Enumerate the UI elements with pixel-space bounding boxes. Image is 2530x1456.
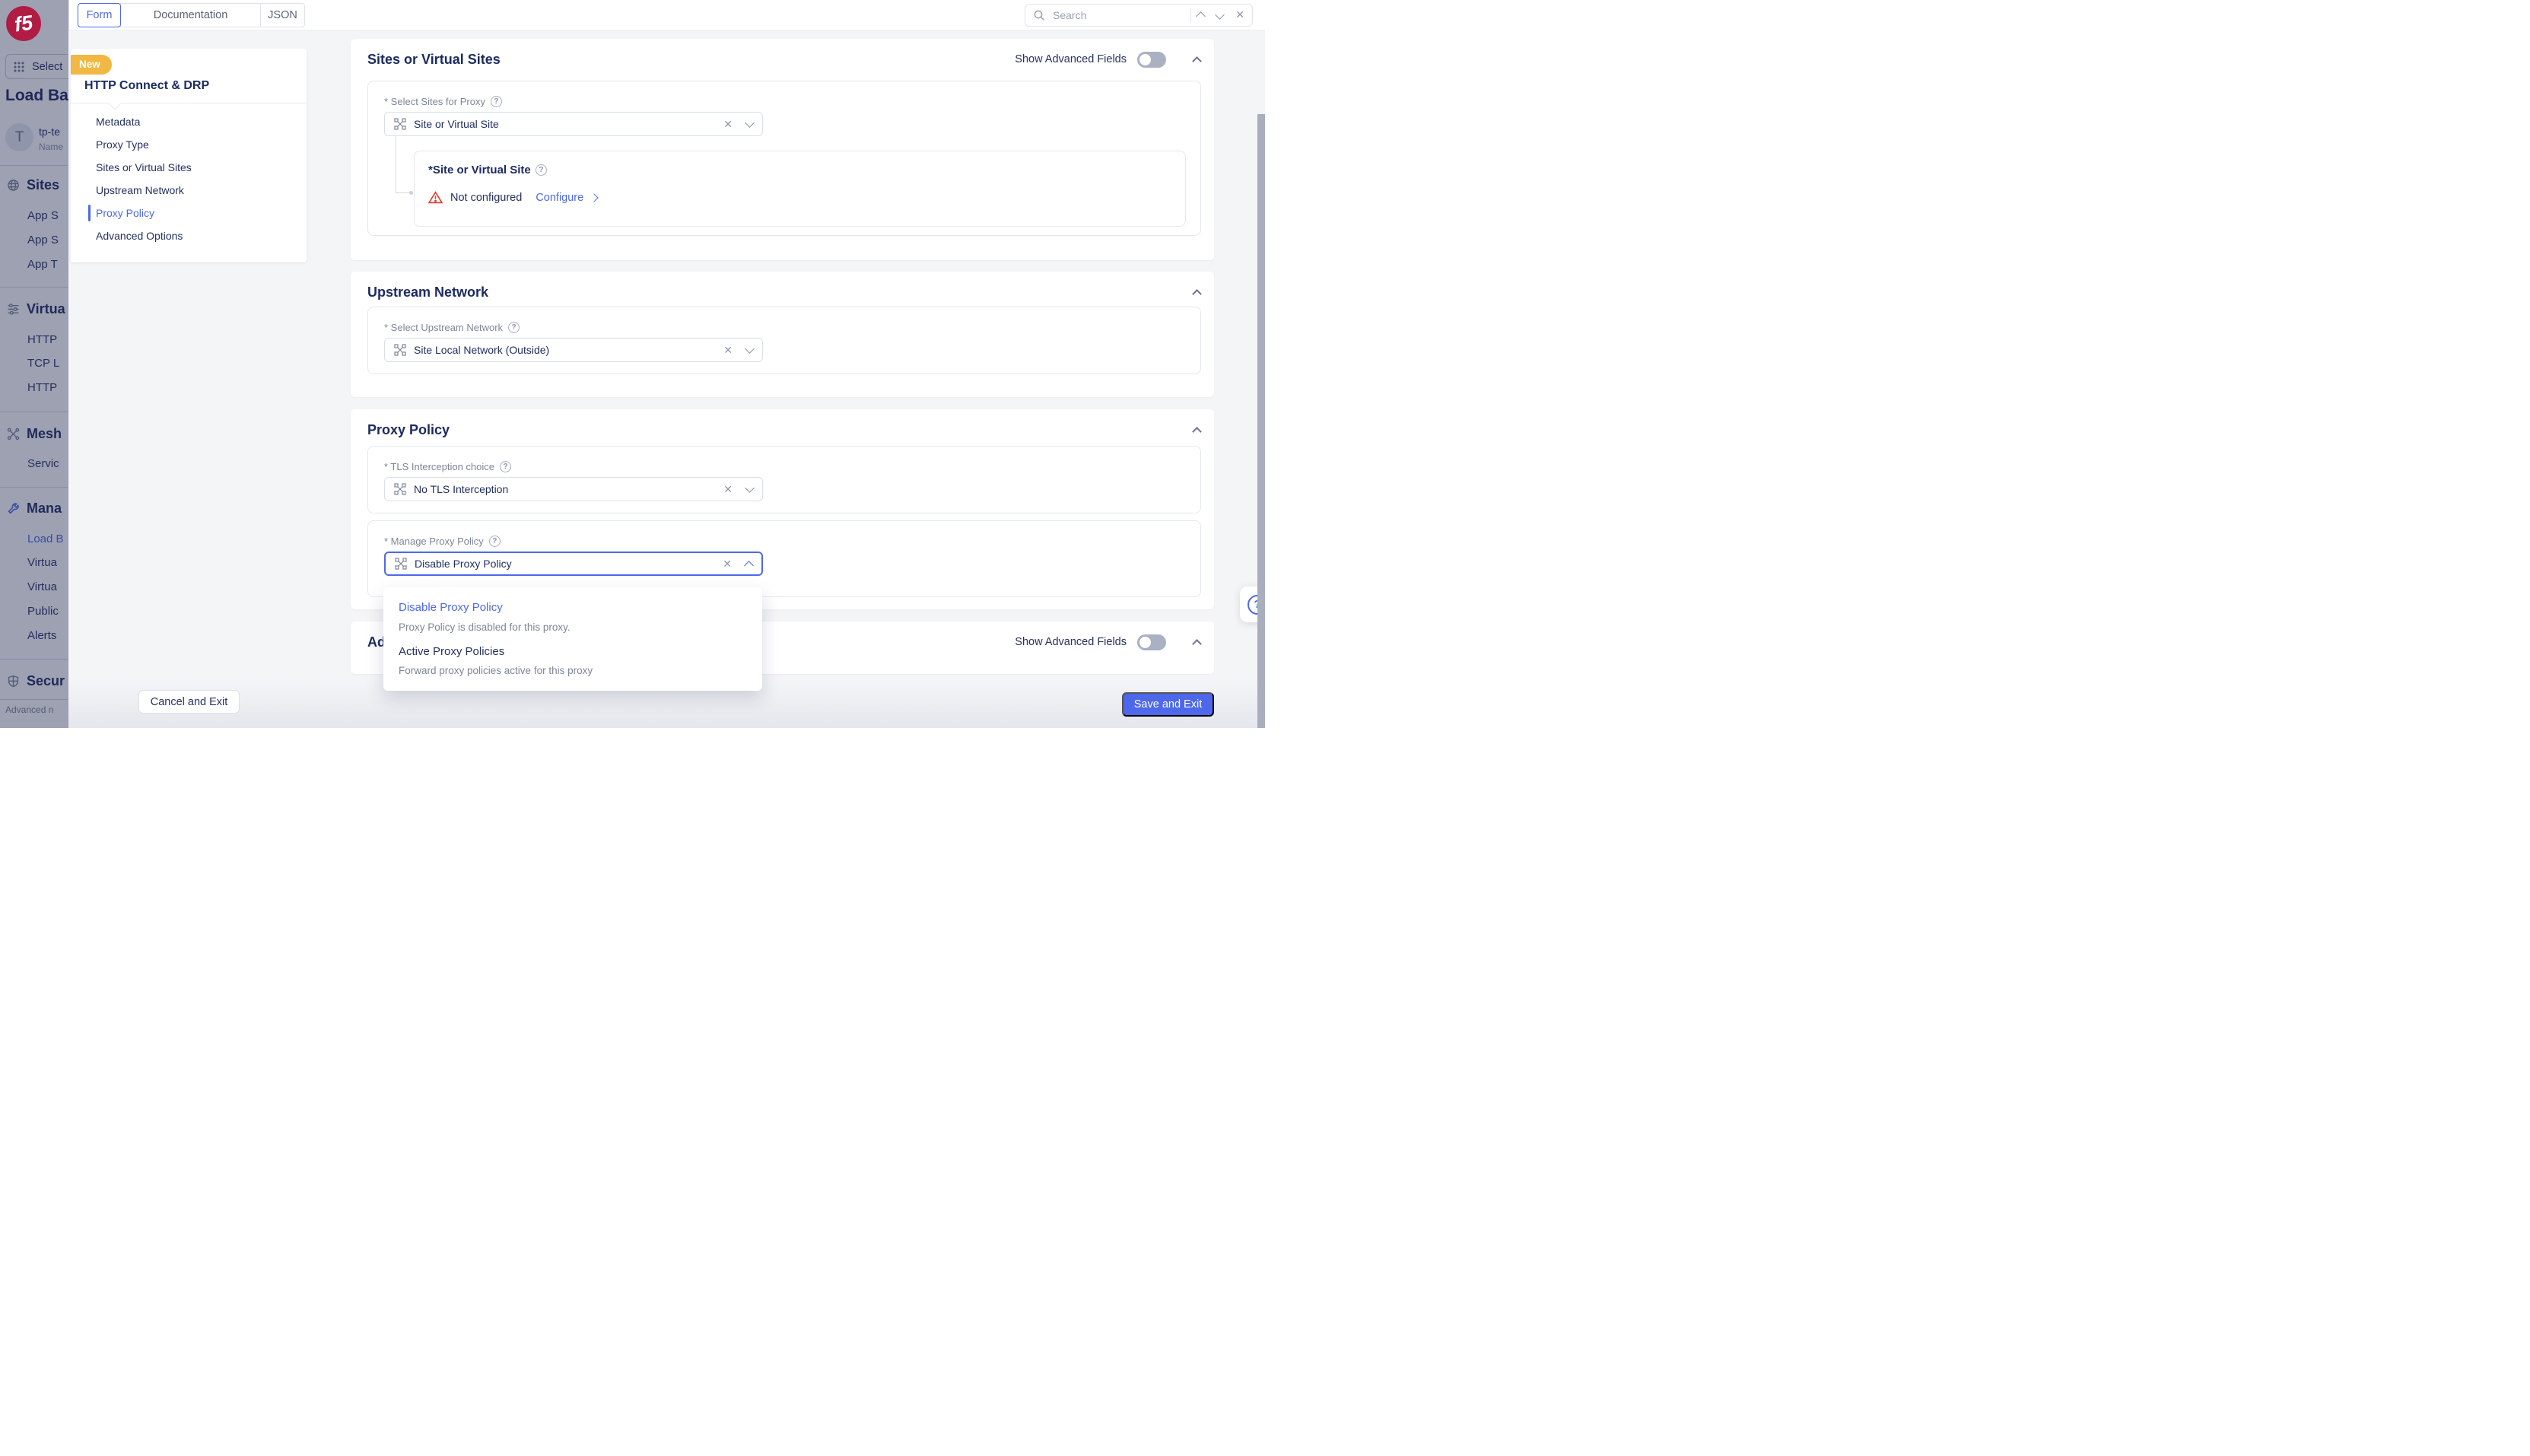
nested-site-card: *Site or Virtual Site ? Not configured C…	[414, 151, 1186, 227]
divider-notch	[109, 97, 122, 110]
manage-proxy-policy-dropdown: Disable Proxy Policy Proxy Policy is dis…	[383, 587, 762, 691]
select-manage-proxy-policy[interactable]: Disable Proxy Policy ✕	[384, 552, 763, 576]
clear-icon[interactable]: ✕	[723, 483, 733, 496]
search-icon	[1033, 9, 1045, 21]
section-heading: Upstream Network	[367, 285, 488, 300]
modal-topbar: Form Documentation JSON ✕	[68, 0, 1265, 30]
step-sites-or-virtual-sites[interactable]: Sites or Virtual Sites	[71, 156, 307, 179]
show-advanced-label: Show Advanced Fields	[1015, 53, 1127, 65]
chevron-up-icon[interactable]	[744, 561, 754, 571]
chevron-down-icon[interactable]	[745, 118, 755, 128]
field-label: * TLS Interception choice	[384, 461, 494, 472]
not-configured-status: Not configured	[450, 192, 522, 204]
field-label: * Select Upstream Network	[384, 322, 503, 333]
field-card: * TLS Interception choice ? No TLS Inter…	[367, 446, 1201, 513]
step-upstream-network[interactable]: Upstream Network	[71, 179, 307, 202]
step-metadata[interactable]: Metadata	[71, 110, 307, 133]
select-value: Site or Virtual Site	[414, 118, 716, 130]
collapse-chevron-icon[interactable]	[1192, 427, 1202, 437]
clear-icon[interactable]: ✕	[723, 118, 733, 131]
reference-icon	[394, 118, 406, 130]
view-tabs: Form Documentation JSON	[78, 3, 305, 27]
step-proxy-policy[interactable]: Proxy Policy	[71, 202, 307, 224]
modal-body: New HTTP Connect & DRP Metadata Proxy Ty…	[68, 30, 1265, 728]
show-advanced-toggle[interactable]	[1137, 634, 1166, 650]
field-card: * Manage Proxy Policy ? Disable Proxy Po…	[367, 520, 1201, 597]
warning-icon	[428, 191, 443, 204]
help-icon[interactable]: ?	[536, 164, 547, 176]
dropdown-option-description: Forward proxy policies active for this p…	[399, 665, 593, 676]
field-label: * Manage Proxy Policy	[384, 536, 484, 547]
help-icon[interactable]: ?	[489, 536, 501, 547]
dropdown-option-description: Proxy Policy is disabled for this proxy.	[399, 622, 571, 633]
select-sites-for-proxy[interactable]: Site or Virtual Site ✕	[384, 112, 763, 136]
tab-form[interactable]: Form	[78, 3, 121, 27]
form-modal: Form Documentation JSON ✕ New	[68, 0, 1265, 728]
select-value: Site Local Network (Outside)	[414, 344, 716, 356]
chevron-down-icon[interactable]	[745, 483, 755, 493]
dropdown-option-disable-proxy-policy[interactable]: Disable Proxy Policy	[399, 601, 503, 614]
field-card: * Select Upstream Network ? Site Local N…	[367, 307, 1201, 374]
tab-json[interactable]: JSON	[260, 3, 305, 27]
section-heading: Proxy Policy	[367, 422, 450, 438]
wizard-steps: Metadata Proxy Type Sites or Virtual Sit…	[71, 110, 307, 247]
clear-icon[interactable]: ✕	[723, 558, 732, 571]
new-badge: New	[71, 55, 112, 75]
show-advanced-label: Show Advanced Fields	[1015, 636, 1127, 648]
search-input[interactable]	[1051, 8, 1184, 22]
select-value: No TLS Interception	[414, 483, 716, 495]
section-proxy-policy: Proxy Policy * TLS Interception choice ?	[351, 409, 1214, 609]
connector-dot	[409, 191, 413, 195]
divider	[1190, 8, 1191, 22]
help-icon[interactable]: ?	[491, 96, 502, 107]
collapse-chevron-icon[interactable]	[1192, 56, 1202, 66]
step-advanced-options[interactable]: Advanced Options	[71, 224, 307, 247]
select-value: Disable Proxy Policy	[415, 558, 715, 570]
help-icon[interactable]: ?	[500, 461, 511, 472]
dropdown-option-active-proxy-policies[interactable]: Active Proxy Policies	[399, 645, 504, 658]
chevron-down-icon[interactable]	[745, 344, 755, 354]
chevron-right-icon[interactable]	[590, 193, 599, 202]
search-box[interactable]: ✕	[1025, 4, 1253, 27]
configure-link[interactable]: Configure	[536, 192, 583, 204]
reference-icon	[394, 483, 406, 495]
collapse-chevron-icon[interactable]	[1192, 289, 1202, 299]
clear-icon[interactable]: ✕	[723, 344, 733, 357]
reference-icon	[395, 558, 407, 570]
modal-backdrop-overlay	[0, 0, 68, 728]
reference-icon	[394, 344, 406, 356]
section-upstream-network: Upstream Network * Select Upstream Netwo…	[351, 272, 1214, 397]
search-prev-icon[interactable]	[1196, 11, 1206, 21]
screen: Select Load Ba T tp-te Name Sites App S …	[0, 0, 1265, 728]
tab-documentation[interactable]: Documentation	[120, 3, 261, 27]
cancel-and-exit-button[interactable]: Cancel and Exit	[138, 690, 240, 714]
section-heading: Sites or Virtual Sites	[367, 52, 501, 68]
nested-title: *Site or Virtual Site	[428, 164, 531, 176]
show-advanced-toggle[interactable]	[1137, 52, 1166, 68]
save-and-exit-button[interactable]: Save and Exit	[1122, 692, 1214, 717]
field-label: * Select Sites for Proxy	[384, 96, 485, 107]
field-card: * Select Sites for Proxy ? Site or Virtu…	[367, 81, 1201, 236]
select-upstream-network[interactable]: Site Local Network (Outside) ✕	[384, 338, 763, 362]
vertical-scrollbar[interactable]	[1257, 114, 1265, 728]
search-next-icon[interactable]	[1215, 10, 1225, 20]
help-icon[interactable]: ?	[508, 322, 520, 333]
search-close-icon[interactable]: ✕	[1235, 8, 1244, 21]
select-tls-interception[interactable]: No TLS Interception ✕	[384, 477, 763, 501]
wizard-title: HTTP Connect & DRP	[84, 79, 209, 93]
connector-line	[396, 192, 411, 193]
step-proxy-type[interactable]: Proxy Type	[71, 133, 307, 156]
collapse-chevron-icon[interactable]	[1192, 639, 1202, 649]
wizard-nav-card: New HTTP Connect & DRP Metadata Proxy Ty…	[71, 49, 307, 262]
section-sites-or-virtual-sites: Sites or Virtual Sites Show Advanced Fie…	[351, 39, 1214, 260]
